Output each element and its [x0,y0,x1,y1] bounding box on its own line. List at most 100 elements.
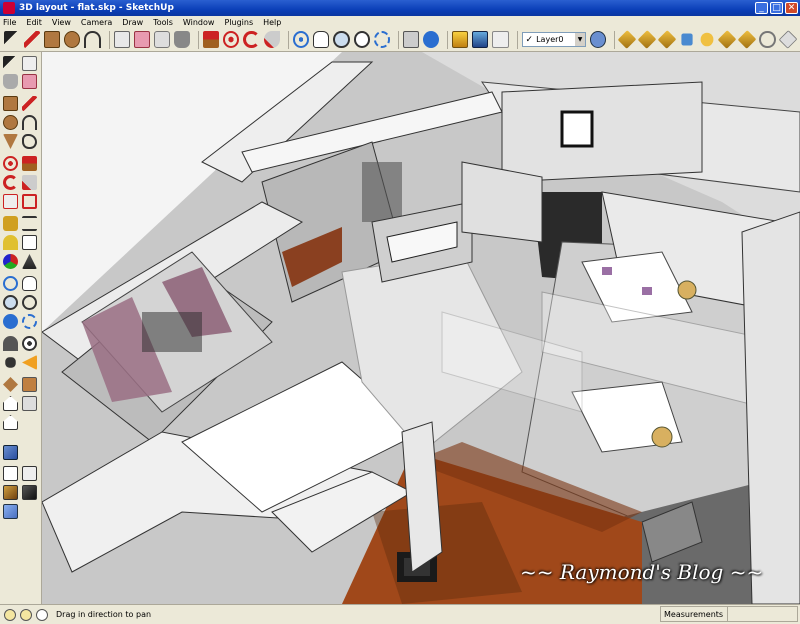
zoom-icon[interactable] [333,31,350,48]
section-plane-icon[interactable] [22,355,37,370]
zoom-extents-icon[interactable] [22,314,37,329]
orbit-icon[interactable] [292,31,310,48]
walk-icon[interactable] [5,357,16,368]
monochrome-style-icon[interactable] [778,30,798,49]
text-icon[interactable] [22,235,37,250]
close-button[interactable]: ✕ [785,2,798,14]
move-icon[interactable] [3,156,18,171]
protractor-icon[interactable] [3,235,18,250]
make-component-icon[interactable] [22,56,37,71]
help-question-icon[interactable] [36,608,48,621]
title-bar: 3D layout - flat.skp - SketchUp _ □ ✕ [0,0,800,16]
make-component-icon[interactable] [113,31,130,48]
arc-icon[interactable] [84,31,101,48]
iso-view-icon[interactable] [617,30,637,49]
home-icon[interactable] [3,415,18,430]
push-pull-icon[interactable] [22,156,37,171]
zoom-window-icon[interactable] [22,295,37,310]
chevron-down-icon[interactable]: ▼ [575,33,586,46]
previous-view-icon[interactable] [3,314,18,329]
3d-text-icon[interactable] [22,254,37,269]
back-view-icon[interactable] [700,32,714,47]
toolbar-separator [287,30,289,49]
front-view-icon[interactable] [657,30,677,49]
circle-icon[interactable] [64,31,81,48]
pan-hand-icon[interactable] [313,31,330,48]
layer-dropdown[interactable]: ✓ Layer0 ▼ [521,32,587,47]
pencil-icon[interactable] [24,31,41,48]
top-view-icon[interactable] [637,30,657,49]
zoom-extents-icon[interactable] [373,31,391,48]
dimension-icon[interactable] [22,216,37,231]
menu-draw[interactable]: Draw [122,18,143,27]
pencil-icon[interactable] [22,96,37,111]
push-pull-icon[interactable] [203,31,220,48]
sketchup-app-icon [3,2,15,14]
previous-view-icon[interactable] [403,31,420,48]
rectangle-icon[interactable] [44,31,61,48]
select-arrow-icon[interactable] [3,56,18,71]
offset-icon[interactable] [22,194,37,209]
google-earth-icon[interactable] [22,396,37,411]
move-icon[interactable] [223,31,240,48]
floor-plan-3d-scene[interactable] [42,52,800,604]
freehand-icon[interactable] [22,134,37,149]
axes-icon[interactable] [3,254,18,269]
zoom-window-icon[interactable] [353,31,370,48]
menu-file[interactable]: File [3,18,16,27]
circle-icon[interactable] [3,115,18,130]
textured-style-icon[interactable] [22,485,37,500]
left-view-icon[interactable] [718,30,737,49]
zoom-icon[interactable] [3,295,18,310]
toolbar-separator [198,30,200,49]
3d-model-viewport[interactable] [42,52,800,604]
paint-bucket-icon[interactable] [3,74,18,89]
share-model-icon[interactable] [472,31,489,48]
polygon-icon[interactable] [3,134,18,149]
menu-edit[interactable]: Edit [26,18,42,27]
position-camera-icon[interactable] [3,336,18,351]
rotate-icon[interactable] [243,31,260,48]
menu-window[interactable]: Window [183,18,215,27]
menu-help[interactable]: Help [263,18,281,27]
pan-hand-icon[interactable] [22,276,37,291]
menu-plugins[interactable]: Plugins [224,18,253,27]
layer-manager-icon[interactable] [590,31,607,48]
follow-me-icon[interactable] [22,175,37,190]
wireframe-style-icon[interactable] [3,466,18,481]
look-around-icon[interactable] [22,336,37,351]
scale-icon[interactable] [3,194,18,209]
tape-measure-icon[interactable] [153,31,171,48]
follow-me-icon[interactable] [263,31,280,48]
arc-icon[interactable] [22,115,37,130]
next-view-icon[interactable] [423,31,440,48]
credits-icon[interactable] [20,608,32,621]
xray-style-icon[interactable] [3,504,18,519]
paint-bucket-icon[interactable] [174,31,191,48]
xray-style-icon[interactable] [738,30,757,49]
menu-tools[interactable]: Tools [153,18,173,27]
eraser-icon[interactable] [133,31,150,48]
rectangle-icon[interactable] [3,96,18,111]
iso-view-icon[interactable] [3,445,18,460]
menu-camera[interactable]: Camera [81,18,112,27]
measurements-input[interactable] [727,607,797,621]
share-component-icon[interactable] [492,31,509,48]
right-view-icon[interactable] [681,33,693,46]
tape-measure-icon[interactable] [3,216,18,231]
sandbox-icon[interactable] [3,377,18,392]
house-icon[interactable] [3,396,18,411]
rotate-icon[interactable] [3,175,18,190]
shaded-style-icon[interactable] [759,31,776,48]
get-models-icon[interactable] [452,31,469,48]
menu-view[interactable]: View [52,18,71,27]
minimize-button[interactable]: _ [755,2,768,14]
eraser-icon[interactable] [22,74,37,89]
geo-location-icon[interactable] [4,608,16,621]
select-arrow-icon[interactable] [4,31,21,48]
maximize-button[interactable]: □ [770,2,783,14]
shaded-style-icon[interactable] [3,485,18,500]
photo-match-icon[interactable] [22,377,37,392]
hidden-line-style-icon[interactable] [22,466,37,481]
orbit-icon[interactable] [3,276,18,291]
